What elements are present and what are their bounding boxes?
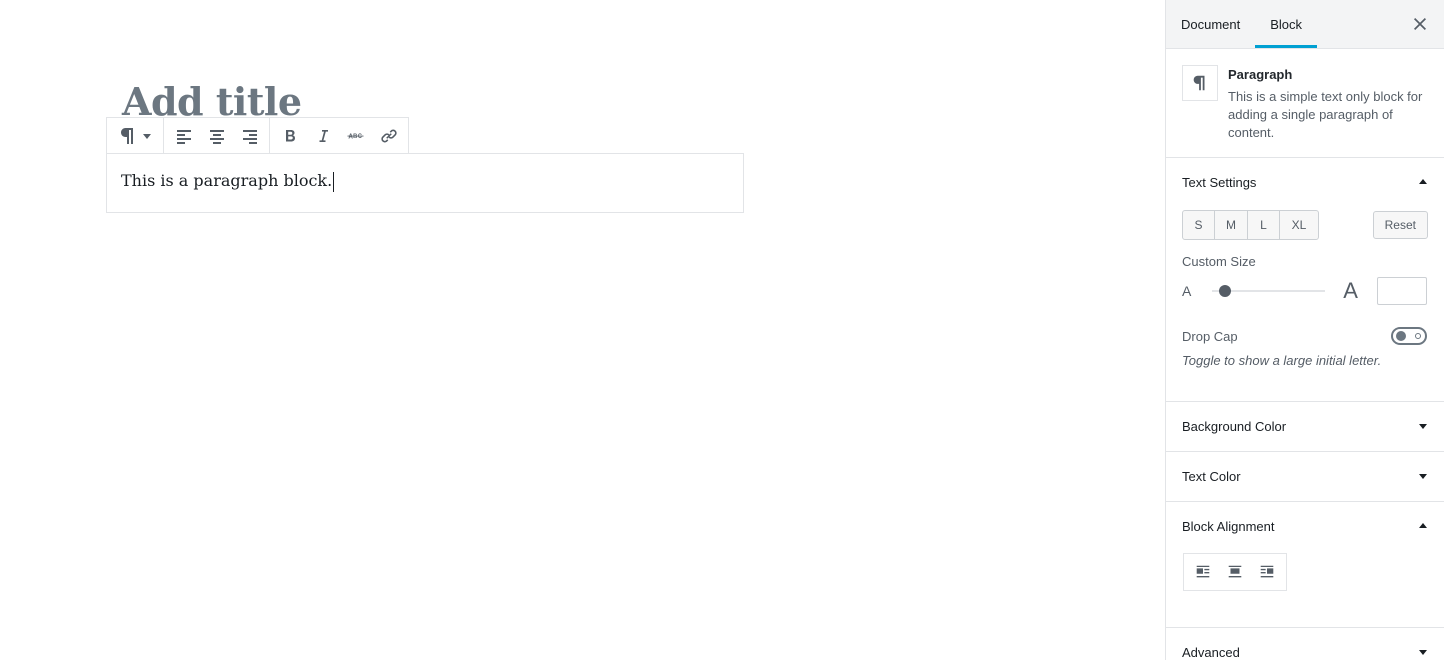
panel-title: Background Color xyxy=(1182,419,1287,434)
close-icon xyxy=(1414,18,1426,30)
range-slider[interactable] xyxy=(1211,285,1326,297)
tab-block[interactable]: Block xyxy=(1255,0,1318,48)
text-color-panel: Text Color xyxy=(1166,452,1444,502)
block-alignment-toggle[interactable]: Block Alignment xyxy=(1166,502,1444,551)
block-align-left-button[interactable] xyxy=(1187,554,1219,590)
align-center-icon xyxy=(209,130,224,144)
panel-title: Block Alignment xyxy=(1182,519,1275,534)
block-card-icon-wrapper xyxy=(1182,65,1218,101)
alignment-group xyxy=(164,118,270,154)
block-alignment-body xyxy=(1166,551,1444,627)
close-sidebar-button[interactable] xyxy=(1410,14,1430,34)
advanced-panel: Advanced xyxy=(1166,628,1444,660)
toggle-off-indicator xyxy=(1415,333,1421,339)
align-right-button[interactable] xyxy=(233,118,266,154)
text-settings-toggle[interactable]: Text Settings xyxy=(1166,158,1444,207)
bold-icon xyxy=(285,130,295,142)
block-card-content: Paragraph This is a simple text only blo… xyxy=(1228,65,1428,141)
chevron-down-icon xyxy=(1418,419,1428,434)
italic-icon xyxy=(319,130,328,142)
range-slider-thumb[interactable] xyxy=(1218,285,1231,297)
drop-cap-label: Drop Cap xyxy=(1182,328,1238,344)
chevron-up-icon xyxy=(1418,519,1428,534)
toggle-knob xyxy=(1396,331,1406,341)
float-right-icon xyxy=(1260,565,1274,578)
italic-button[interactable] xyxy=(306,118,339,154)
block-card: Paragraph This is a simple text only blo… xyxy=(1166,49,1444,158)
settings-sidebar: Document Block Paragraph This is a simpl… xyxy=(1165,0,1444,660)
chevron-up-icon xyxy=(1418,175,1428,190)
text-cursor xyxy=(333,171,335,192)
custom-size-input[interactable] xyxy=(1377,277,1427,305)
chevron-down-icon xyxy=(1418,469,1428,484)
align-center-button[interactable] xyxy=(200,118,233,154)
tab-document[interactable]: Document xyxy=(1166,0,1255,48)
align-center-block-icon xyxy=(1228,565,1242,578)
align-left-button[interactable] xyxy=(167,118,200,154)
size-button-s[interactable]: S xyxy=(1183,211,1215,239)
chevron-down-icon xyxy=(143,134,151,139)
font-size-picker: S M L XL xyxy=(1182,210,1319,240)
font-size-row: S M L XL Reset xyxy=(1182,210,1428,240)
strikethrough-icon xyxy=(347,133,363,139)
drop-cap-help: Toggle to show a large initial letter. xyxy=(1182,353,1382,368)
size-button-l[interactable]: L xyxy=(1248,211,1280,239)
chevron-down-icon xyxy=(1418,645,1428,660)
drop-cap-toggle[interactable] xyxy=(1391,327,1427,345)
advanced-toggle[interactable]: Advanced xyxy=(1166,628,1444,660)
block-alignment-panel: Block Alignment xyxy=(1166,502,1444,628)
size-button-xl[interactable]: XL xyxy=(1280,211,1318,239)
editor-canvas: Add title This is a paragraph block. xyxy=(0,0,1165,660)
custom-size-range: A A xyxy=(1182,277,1428,305)
block-align-center-button[interactable] xyxy=(1219,554,1251,590)
link-button[interactable] xyxy=(372,118,405,154)
paragraph-text: This is a paragraph block. xyxy=(121,171,333,190)
align-left-icon xyxy=(176,130,191,144)
reset-button[interactable]: Reset xyxy=(1372,211,1428,239)
block-card-description: This is a simple text only block for add… xyxy=(1228,89,1423,140)
formatting-group xyxy=(270,118,408,154)
block-switcher-group xyxy=(107,118,164,154)
panel-title: Advanced xyxy=(1182,645,1240,660)
text-settings-body: S M L XL Reset Custom Size A A Drop Cap xyxy=(1166,210,1444,401)
float-left-icon xyxy=(1196,565,1210,578)
align-right-icon xyxy=(242,130,257,144)
paragraph-icon xyxy=(121,128,133,144)
link-icon xyxy=(380,129,397,143)
paragraph-block[interactable]: This is a paragraph block. xyxy=(106,153,744,213)
panel-title: Text Settings xyxy=(1182,175,1257,190)
block-align-right-button[interactable] xyxy=(1251,554,1283,590)
paragraph-icon xyxy=(1193,75,1205,91)
text-settings-panel: Text Settings S M L XL Reset Custom Size… xyxy=(1166,158,1444,402)
strikethrough-button[interactable] xyxy=(339,118,372,154)
block-switcher-button[interactable] xyxy=(110,118,160,154)
block-alignment-toolbar xyxy=(1183,553,1287,591)
size-button-m[interactable]: M xyxy=(1215,211,1248,239)
bold-button[interactable] xyxy=(273,118,306,154)
custom-size-label: Custom Size xyxy=(1182,254,1256,269)
drop-cap-row: Drop Cap xyxy=(1182,327,1428,345)
background-color-toggle[interactable]: Background Color xyxy=(1166,402,1444,451)
range-small-label: A xyxy=(1182,283,1192,299)
block-toolbar xyxy=(106,117,409,154)
background-color-panel: Background Color xyxy=(1166,402,1444,452)
range-large-label: A xyxy=(1343,278,1358,303)
sidebar-header: Document Block xyxy=(1166,0,1444,49)
panel-title: Text Color xyxy=(1182,469,1241,484)
block-card-title: Paragraph xyxy=(1228,67,1293,82)
text-color-toggle[interactable]: Text Color xyxy=(1166,452,1444,501)
